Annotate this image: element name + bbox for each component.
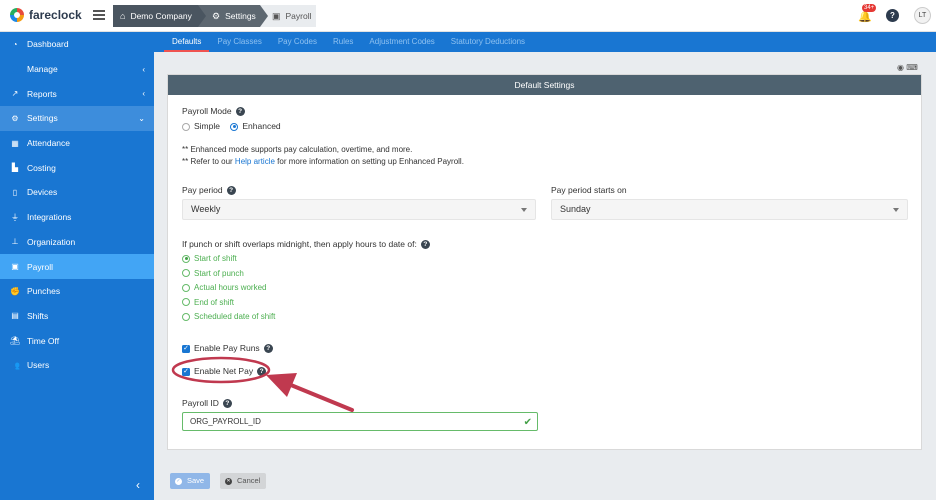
- check-circle-icon: ✓: [175, 477, 182, 485]
- annotation-arrow-shaft: [284, 381, 354, 412]
- save-button[interactable]: ✓ Save: [170, 473, 210, 489]
- close-circle-icon: ✕: [225, 477, 232, 485]
- annotation-overlay: [171, 356, 354, 412]
- cancel-button[interactable]: ✕ Cancel: [220, 473, 266, 489]
- highlight-ellipse: [171, 356, 271, 384]
